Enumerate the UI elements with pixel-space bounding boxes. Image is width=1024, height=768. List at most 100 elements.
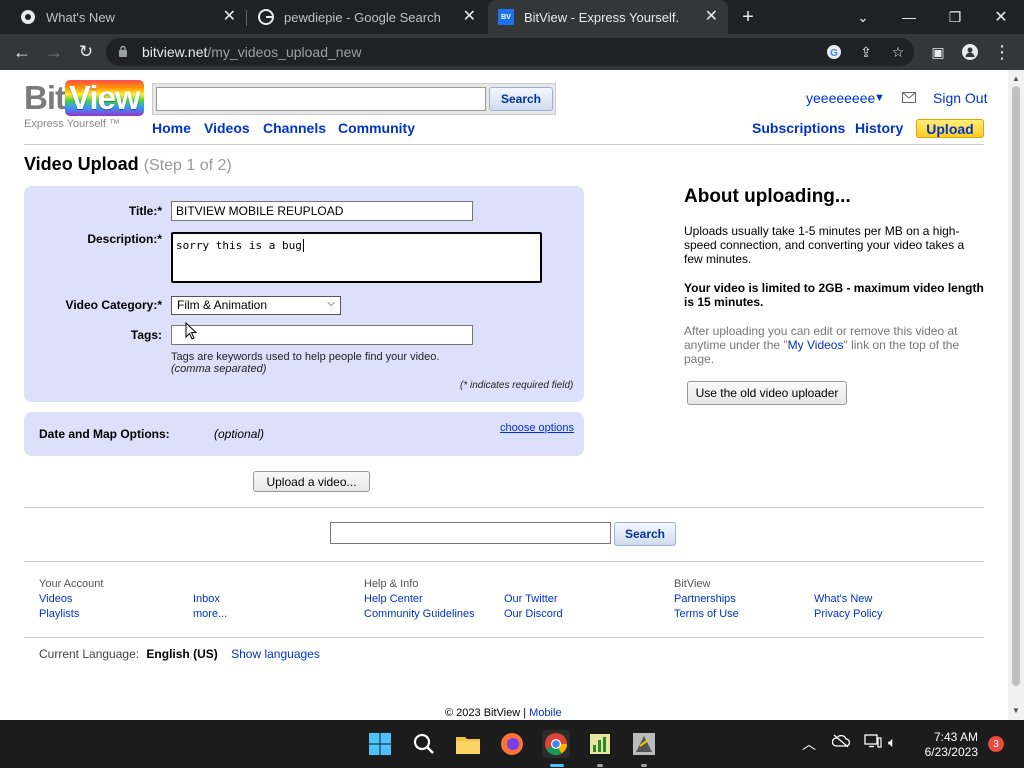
page-title: Video Upload (Step 1 of 2) [24,154,232,174]
profile-icon[interactable] [958,40,982,64]
page-scrollbar[interactable]: ▲ ▼ [1008,70,1024,720]
title-label: Title:* [128,204,162,218]
logo-bit: Bit [24,79,66,116]
close-window-icon[interactable]: ✕ [978,0,1024,34]
tags-hint: Tags are keywords used to help people fi… [171,351,440,363]
tags-input[interactable] [171,325,473,345]
address-bar[interactable]: bitview.net/my_videos_upload_new G ⇪ ☆ [106,38,914,66]
volume-icon[interactable]: 🔈︎ [888,734,896,751]
firefox-icon[interactable] [498,730,526,758]
top-search-button[interactable]: Search [489,87,553,111]
taskbar: ︿ 🔈︎ 7:43 AM 6/23/2023 [0,720,1024,768]
more-menu-icon[interactable]: ⋮ [990,40,1014,64]
footer-search-input[interactable] [330,522,611,544]
date-map-options: Date and Map Options: (optional) choose … [24,412,584,456]
choose-options-link[interactable]: choose options [500,422,574,434]
tab-search-chevron-icon[interactable]: ⌄ [840,0,886,34]
footer-videos-link[interactable]: Videos [39,593,72,605]
scroll-up-icon[interactable]: ▲ [1012,74,1020,83]
google-icon [258,9,274,25]
nav-community[interactable]: Community [338,120,415,136]
footer-partnerships-link[interactable]: Partnerships [674,593,736,605]
scrollbar-thumb[interactable] [1012,86,1020,686]
close-tab-icon[interactable]: ✕ [705,9,718,25]
category-select[interactable]: Film & Animation ⌵ [171,296,341,315]
footer-more-link[interactable]: more... [193,608,227,620]
reload-icon[interactable]: ↻ [74,40,98,64]
tray-chevron-up-icon[interactable]: ︿ [802,734,816,754]
about-paragraph-3: After uploading you can edit or remove t… [684,324,960,366]
upload-button[interactable]: Upload [916,119,984,138]
notification-badge[interactable]: 3 [988,736,1004,752]
cloud-offline-icon[interactable] [831,734,851,751]
side-panel-icon[interactable]: ▣ [926,40,950,64]
footer-discord-link[interactable]: Our Discord [504,608,563,620]
tab-bitview[interactable]: BV BitView - Express Yourself. ✕ [488,0,728,34]
close-tab-icon[interactable]: ✕ [463,9,476,25]
title-input[interactable]: BITVIEW MOBILE REUPLOAD [171,201,473,221]
about-paragraph-1: Uploads usually take 1-5 minutes per MB … [684,224,965,266]
tab-title: What's New [46,9,115,25]
username-link[interactable]: yeeeeeeee [806,90,875,106]
old-uploader-button[interactable]: Use the old video uploader [687,381,847,405]
footer-community-guidelines-link[interactable]: Community Guidelines [364,608,475,620]
file-explorer-icon[interactable] [454,730,482,758]
close-tab-icon[interactable]: ✕ [223,9,236,25]
app-running-indicator [597,764,603,767]
my-videos-link[interactable]: My Videos [788,338,844,352]
footer-help-center-link[interactable]: Help Center [364,593,423,605]
footer-search-button[interactable]: Search [614,522,676,546]
google-lens-icon[interactable]: G [824,42,844,62]
subscriptions-link[interactable]: Subscriptions [752,120,845,136]
network-icon[interactable] [864,734,882,751]
date-map-label: Date and Map Options: [39,427,170,441]
search-icon[interactable] [410,730,438,758]
bookmark-star-icon[interactable]: ☆ [888,42,908,62]
chrome-taskbar-icon[interactable] [542,730,570,758]
bitview-logo[interactable]: Bit View Express Yourself ™ [24,80,144,130]
description-textarea[interactable]: sorry this is a bug [171,232,542,283]
footer-twitter-link[interactable]: Our Twitter [504,593,558,605]
footer-playlists-link[interactable]: Playlists [39,608,79,620]
windows-start-icon[interactable] [366,730,394,758]
url-text: bitview.net/my_videos_upload_new [142,44,362,60]
restore-icon[interactable]: ❐ [932,0,978,34]
active-app-indicator [550,764,564,767]
system-clock[interactable]: 7:43 AM 6/23/2023 [920,730,978,760]
chart-app-icon[interactable] [586,730,614,758]
footer-bitview-col-2: What's New Privacy Policy [814,592,882,622]
nav-home[interactable]: Home [152,120,191,136]
new-tab-icon[interactable]: + [734,0,762,34]
tab-whats-new[interactable]: What's New ✕ [0,0,246,34]
media-app-icon[interactable] [630,730,658,758]
clock-time: 7:43 AM [933,730,978,744]
footer-terms-link[interactable]: Terms of Use [674,608,739,620]
minimize-icon[interactable]: — [886,0,932,34]
upload-video-button[interactable]: Upload a video... [253,471,370,492]
show-languages-link[interactable]: Show languages [231,647,320,661]
footer-your-account: Your Account Videos Playlists [39,577,103,622]
forward-arrow-icon[interactable]: → [42,40,66,64]
user-dropdown-icon[interactable]: ▼ [874,92,885,104]
share-icon[interactable]: ⇪ [856,42,876,62]
required-note: (* indicates required field) [460,380,574,391]
footer-privacy-link[interactable]: Privacy Policy [814,608,882,620]
tab-google-search[interactable]: pewdiepie - Google Search ✕ [246,0,486,34]
copyright-text: © 2023 BitView | [445,707,527,719]
top-search-input[interactable] [156,87,486,111]
footer-whats-new-link[interactable]: What's New [814,593,872,605]
scroll-down-icon[interactable]: ▼ [1012,706,1020,715]
footer-divider-3 [24,637,984,638]
sign-out-link[interactable]: Sign Out [933,90,987,106]
svg-text:G: G [830,48,838,59]
footer-inbox-link[interactable]: Inbox [193,593,220,605]
footer-help-col-2: Our Twitter Our Discord [504,592,563,622]
nav-videos[interactable]: Videos [204,120,250,136]
mobile-link[interactable]: Mobile [529,707,561,719]
inbox-envelope-icon[interactable] [902,90,916,106]
history-link[interactable]: History [855,120,903,136]
page-content: Bit View Express Yourself ™ Search Home V… [0,70,1008,720]
language-row: Current Language: English (US) Show lang… [39,647,320,661]
nav-channels[interactable]: Channels [263,120,326,136]
back-arrow-icon[interactable]: ← [10,40,34,64]
